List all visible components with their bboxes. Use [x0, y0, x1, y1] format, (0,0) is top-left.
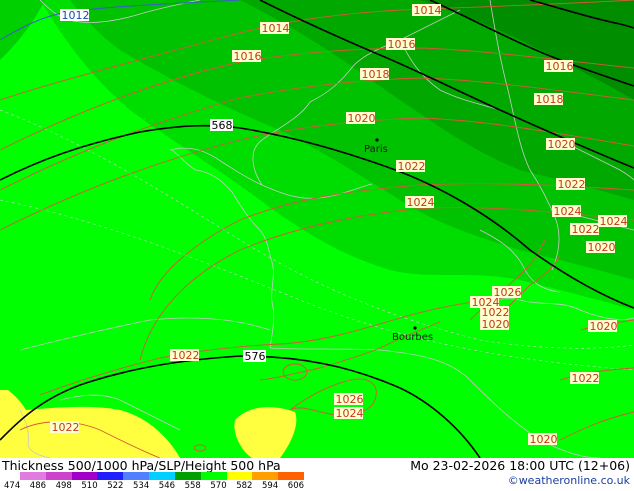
svg-text:1026: 1026 [336, 393, 364, 406]
pressure-label: 1020 [528, 433, 558, 446]
pressure-label: 1014 [412, 4, 442, 17]
legend-color-segment [71, 472, 98, 480]
svg-text:1016: 1016 [388, 38, 416, 51]
map-datetime: Mo 23-02-2026 18:00 UTC (12+06) [410, 458, 630, 473]
city-bourbes-label: Bourbes [392, 332, 433, 343]
pressure-label: 1022 [570, 223, 600, 236]
svg-text:1022: 1022 [572, 372, 600, 385]
svg-text:1016: 1016 [234, 50, 262, 63]
pressure-label: 1020 [346, 112, 376, 125]
svg-text:1022: 1022 [398, 160, 426, 173]
svg-text:1022: 1022 [558, 178, 586, 191]
legend-color-segment [174, 472, 202, 480]
svg-text:1014: 1014 [262, 22, 290, 35]
pressure-label: 1024 [552, 205, 582, 218]
height-label: 568 [210, 119, 233, 132]
legend-color-segment [20, 472, 47, 480]
pressure-label: 1016 [232, 50, 262, 63]
pressure-label: 1022 [570, 372, 600, 385]
svg-text:1014: 1014 [414, 4, 442, 17]
pressure-label: 1018 [534, 93, 564, 106]
legend-colorbar [20, 472, 305, 480]
svg-text:1024: 1024 [554, 205, 582, 218]
svg-text:1022: 1022 [172, 349, 200, 362]
map-footer: Thickness 500/1000 hPa/SLP/Height 500 hP… [0, 458, 634, 491]
isobar-blue-label: 1012 [60, 9, 90, 22]
svg-text:1020: 1020 [348, 112, 376, 125]
legend-color-segment [123, 472, 150, 480]
pressure-label: 1020 [546, 138, 576, 151]
legend-color-segment [97, 472, 124, 480]
pressure-label: 1024 [598, 215, 628, 228]
pressure-label: 1016 [544, 60, 574, 73]
city-paris-label: Paris [364, 144, 388, 155]
svg-text:1018: 1018 [362, 68, 390, 81]
pressure-label: 1026 [334, 393, 364, 406]
svg-text:1020: 1020 [530, 433, 558, 446]
isobar-blue-labels: 1012 [60, 9, 90, 22]
svg-text:1024: 1024 [336, 407, 364, 420]
svg-text:1020: 1020 [588, 241, 616, 254]
pressure-label: 1014 [260, 22, 290, 35]
svg-text:1020: 1020 [590, 320, 618, 333]
svg-text:1012: 1012 [62, 9, 90, 22]
pressure-label: 1020 [480, 318, 510, 331]
pressure-label: 1024 [334, 407, 364, 420]
legend-color-segment [226, 472, 253, 480]
map-title: Thickness 500/1000 hPa/SLP/Height 500 hP… [2, 458, 281, 473]
svg-text:568: 568 [212, 119, 233, 132]
weather-map: Paris Bourbes 1014 1014 1016 1016 1016 1018 10… [0, 0, 634, 458]
pressure-label: 1020 [588, 320, 618, 333]
legend-color-segment [149, 472, 176, 480]
svg-text:1024: 1024 [407, 196, 435, 209]
svg-text:1018: 1018 [536, 93, 564, 106]
pressure-label: 1020 [586, 241, 616, 254]
pressure-label: 1022 [170, 349, 200, 362]
svg-text:1022: 1022 [52, 421, 80, 434]
pressure-label: 1024 [405, 196, 435, 209]
legend-color-segment [200, 472, 228, 480]
svg-text:1016: 1016 [546, 60, 574, 73]
legend-color-segment [45, 472, 73, 480]
map-credit[interactable]: ©weatheronline.co.uk [508, 474, 630, 487]
pressure-label: 1022 [396, 160, 426, 173]
pressure-label: 1018 [360, 68, 390, 81]
legend-color-segment [278, 472, 305, 480]
height-label: 576 [243, 350, 266, 363]
pressure-label: 1022 [556, 178, 586, 191]
svg-text:1020: 1020 [548, 138, 576, 151]
legend-color-segment [252, 472, 279, 480]
pressure-label: 1022 [50, 421, 80, 434]
pressure-label: 1016 [386, 38, 416, 51]
svg-text:1022: 1022 [572, 223, 600, 236]
svg-text:1020: 1020 [482, 318, 510, 331]
svg-text:1024: 1024 [600, 215, 628, 228]
svg-text:576: 576 [245, 350, 266, 363]
